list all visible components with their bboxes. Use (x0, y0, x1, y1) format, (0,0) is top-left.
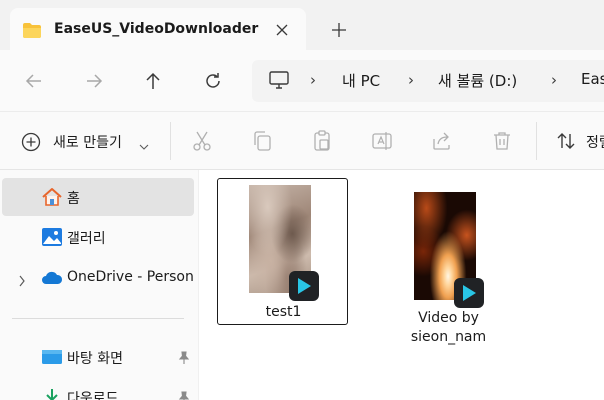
tab-title: EaseUS_VideoDownloader (54, 21, 259, 37)
cut-icon[interactable] (190, 129, 214, 153)
chevron-down-icon (139, 136, 149, 155)
chevron-right-icon: › (551, 71, 557, 89)
video-player-app-icon (454, 278, 484, 308)
up-arrow-icon[interactable] (141, 69, 165, 93)
add-circle-icon (20, 131, 42, 157)
download-arrow-icon (41, 387, 63, 400)
folder-icon (22, 22, 42, 42)
toolbar-divider (170, 122, 171, 160)
gallery-icon (41, 227, 63, 247)
pin-icon[interactable] (178, 350, 190, 369)
file-name-line-1: Video by (418, 310, 479, 326)
copy-icon[interactable] (250, 129, 274, 153)
new-button[interactable]: 새로 만들기 (20, 130, 160, 154)
sidebar-item-downloads[interactable]: 다운로드 (2, 378, 194, 400)
sort-icon[interactable] (554, 129, 578, 153)
command-bar: 새로 만들기 정렬 (0, 112, 604, 170)
refresh-icon[interactable] (201, 69, 225, 93)
sidebar-item-label: OneDrive - Person (67, 269, 194, 285)
sidebar-item-label: 갤러리 (67, 231, 106, 247)
sidebar-divider (12, 318, 184, 319)
breadcrumb-volume-d[interactable]: 새 볼륨 (D:) (438, 70, 517, 91)
back-arrow-icon[interactable] (22, 69, 46, 93)
forward-arrow-icon[interactable] (82, 69, 106, 93)
home-icon (41, 187, 63, 207)
toolbar-divider (536, 122, 537, 160)
sidebar-item-label: 바탕 화면 (67, 351, 123, 367)
sidebar-item-label: 다운로드 (67, 391, 119, 400)
sidebar-item-onedrive[interactable]: OneDrive - Person (2, 259, 194, 297)
address-bar[interactable]: › 내 PC › 새 볼륨 (D:) › Eas (252, 60, 604, 102)
share-icon[interactable] (430, 129, 454, 153)
onedrive-cloud-icon (41, 268, 63, 288)
file-item-video-by-sieon-nam[interactable]: Video by sieon_nam (217, 178, 486, 345)
sidebar-item-desktop[interactable]: 바탕 화면 (2, 338, 194, 376)
chevron-right-icon: › (408, 71, 414, 89)
desktop-icon (41, 347, 63, 367)
pin-icon[interactable] (178, 390, 190, 400)
sidebar-item-label: 홈 (67, 191, 80, 207)
sort-button-label[interactable]: 정렬 (586, 132, 604, 152)
navigation-pane: 홈 갤러리 OneDrive - Person 바탕 화면 다운로드 (0, 170, 198, 400)
breadcrumb-easeus-folder[interactable]: Eas (581, 70, 604, 88)
delete-icon[interactable] (490, 129, 514, 153)
breadcrumb-my-pc[interactable]: 내 PC (342, 70, 380, 91)
tab-easeus-videodownloader[interactable]: EaseUS_VideoDownloader (10, 8, 306, 50)
file-list-view: test1 Video by sieon_nam (199, 170, 604, 400)
chevron-right-icon: › (310, 71, 316, 89)
pc-monitor-icon (268, 70, 290, 94)
rename-icon[interactable] (370, 129, 394, 153)
chevron-right-icon[interactable] (18, 272, 26, 291)
new-button-label: 새로 만들기 (53, 135, 122, 151)
close-icon[interactable] (274, 22, 290, 38)
navigation-bar: › 내 PC › 새 볼륨 (D:) › Eas (0, 50, 604, 112)
paste-icon[interactable] (310, 129, 334, 153)
tab-strip: EaseUS_VideoDownloader (0, 0, 604, 50)
sidebar-item-gallery[interactable]: 갤러리 (2, 218, 194, 256)
new-tab-plus-icon[interactable] (330, 21, 348, 39)
sidebar-item-home[interactable]: 홈 (2, 178, 194, 216)
file-name-line-2: sieon_nam (410, 329, 487, 345)
